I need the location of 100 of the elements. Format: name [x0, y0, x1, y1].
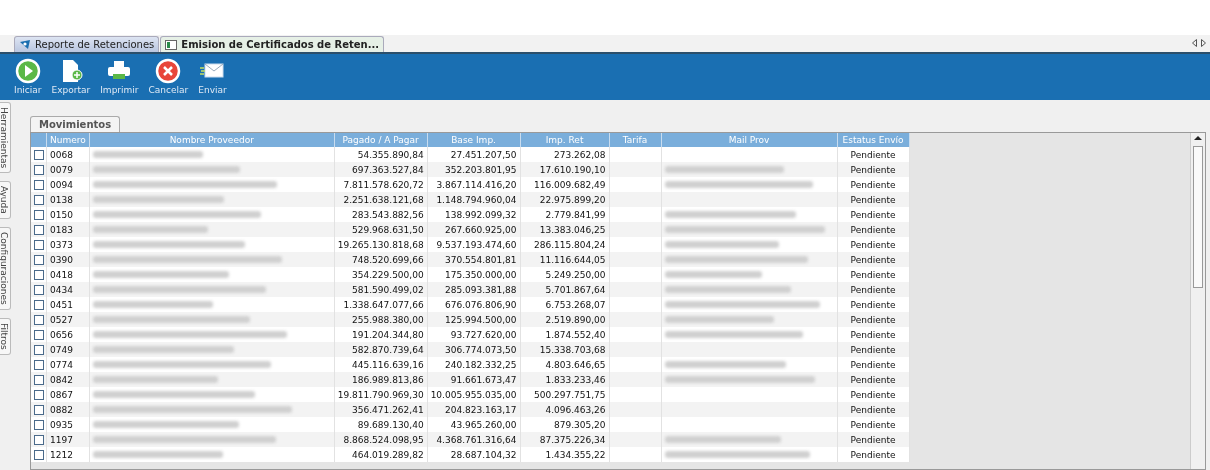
column-header[interactable]: Nombre Proveedor: [89, 133, 335, 147]
checkbox[interactable]: [33, 344, 44, 355]
column-header[interactable]: Numero: [46, 133, 90, 147]
checkbox[interactable]: [33, 164, 44, 175]
table-cell: 4.368.761.316,64: [427, 432, 521, 447]
checkbox[interactable]: [33, 314, 44, 325]
table-cell: 267.660.925,00: [427, 222, 521, 237]
checkbox[interactable]: [33, 359, 44, 370]
table-cell: Pendiente: [837, 402, 910, 417]
table-cell: 1197: [46, 432, 90, 447]
checkbox[interactable]: [33, 209, 44, 220]
checkbox[interactable]: [33, 254, 44, 265]
table-cell: 87.375.226,34: [520, 432, 610, 447]
toolbar-button[interactable]: Iniciar: [10, 58, 46, 100]
checkbox[interactable]: [33, 179, 44, 190]
table-cell: 0434: [46, 282, 90, 297]
checkbox[interactable]: [33, 374, 44, 385]
table-cell: 748.520.699,66: [334, 252, 428, 267]
table-cell: 125.994.500,00: [427, 312, 521, 327]
column-header[interactable]: Imp. Ret: [520, 133, 610, 147]
tab[interactable]: Emision de Certificados de Reten...: [160, 36, 385, 52]
column-header[interactable]: Base Imp.: [427, 133, 521, 147]
checkbox[interactable]: [33, 224, 44, 235]
table-cell: 0882: [46, 402, 90, 417]
table-cell: 22.975.899,20: [520, 192, 610, 207]
table-cell: 0079: [46, 162, 90, 177]
table-cell: 0138: [46, 192, 90, 207]
checkbox[interactable]: [33, 434, 44, 445]
table-cell: Pendiente: [837, 162, 910, 177]
checkbox[interactable]: [33, 299, 44, 310]
play-icon: [14, 58, 41, 84]
table-cell: 91.661.673,47: [427, 372, 521, 387]
table-cell: 2.251.638.121,68: [334, 192, 428, 207]
table-cell: 2.519.890,00: [520, 312, 610, 327]
table-cell: Pendiente: [837, 447, 910, 462]
column-header[interactable]: Estatus Envío: [837, 133, 910, 147]
table-cell: 306.774.073,50: [427, 342, 521, 357]
table-cell: 186.989.813,86: [334, 372, 428, 387]
checkbox[interactable]: [33, 239, 44, 250]
checkbox[interactable]: [33, 149, 44, 160]
table-cell: 697.363.527,84: [334, 162, 428, 177]
checkbox[interactable]: [33, 284, 44, 295]
table-cell: 204.823.163,17: [427, 402, 521, 417]
table-cell: 5.701.867,64: [520, 282, 610, 297]
table-cell: 529.968.631,50: [334, 222, 428, 237]
checkbox[interactable]: [33, 389, 44, 400]
table-cell: 352.203.801,95: [427, 162, 521, 177]
table-cell: Pendiente: [837, 342, 910, 357]
table-cell: 255.988.380,00: [334, 312, 428, 327]
shield-icon: [19, 38, 31, 51]
checkbox[interactable]: [33, 404, 44, 415]
checkbox[interactable]: [33, 419, 44, 430]
toolbar-button[interactable]: Enviar: [194, 58, 231, 100]
table-cell: 1.833.233,46: [520, 372, 610, 387]
table-cell: Pendiente: [837, 252, 910, 267]
scroll-right-icon[interactable]: [1201, 39, 1206, 47]
table-cell: 356.471.262,41: [334, 402, 428, 417]
toolbar-button[interactable]: Exportar: [47, 58, 95, 100]
table-cell: 0390: [46, 252, 90, 267]
table-cell: 28.687.104,32: [427, 447, 521, 462]
table-cell: 15.338.703,68: [520, 342, 610, 357]
scrollbar[interactable]: [1190, 133, 1205, 469]
table-cell: 0527: [46, 312, 90, 327]
table-cell: 582.870.739,64: [334, 342, 428, 357]
table-cell: 1.434.355,22: [520, 447, 610, 462]
table-cell: Pendiente: [837, 372, 910, 387]
table-cell: 8.868.524.098,95: [334, 432, 428, 447]
scroll-left-icon[interactable]: [1192, 39, 1197, 47]
table-cell: 11.116.644,05: [520, 252, 610, 267]
table-cell: 1.148.794.960,04: [427, 192, 521, 207]
column-header[interactable]: Mail Prov: [661, 133, 838, 147]
table-cell: 1212: [46, 447, 90, 462]
table-cell: 0183: [46, 222, 90, 237]
scroll-thumb[interactable]: [1193, 146, 1203, 288]
table-cell: Pendiente: [837, 192, 910, 207]
table-cell: 4.096.463,26: [520, 402, 610, 417]
table-cell: 581.590.499,02: [334, 282, 428, 297]
toolbar-button[interactable]: Imprimir: [96, 58, 143, 100]
column-header[interactable]: Tarifa: [609, 133, 662, 147]
checkbox[interactable]: [33, 449, 44, 460]
table-cell: Pendiente: [837, 432, 910, 447]
table-cell: Pendiente: [837, 312, 910, 327]
tab[interactable]: Reporte de Retenciones: [14, 36, 160, 52]
table-cell: Pendiente: [837, 222, 910, 237]
table-cell: 464.019.289,82: [334, 447, 428, 462]
document-icon: [165, 39, 178, 50]
checkbox[interactable]: [33, 194, 44, 205]
table-cell: 17.610.190,10: [520, 162, 610, 177]
table-cell: 285.093.381,88: [427, 282, 521, 297]
panel-tab[interactable]: Movimientos: [30, 116, 121, 132]
cancel-icon: [155, 58, 182, 84]
checkbox[interactable]: [33, 269, 44, 280]
toolbar-button[interactable]: Cancelar: [144, 58, 193, 100]
table-cell: 13.383.046,25: [520, 222, 610, 237]
column-header[interactable]: Pagado / A Pagar: [334, 133, 428, 147]
table-cell: Pendiente: [837, 282, 910, 297]
table-cell: 0842: [46, 372, 90, 387]
checkbox[interactable]: [33, 329, 44, 340]
table-cell: 0749: [46, 342, 90, 357]
table-cell: 370.554.801,81: [427, 252, 521, 267]
